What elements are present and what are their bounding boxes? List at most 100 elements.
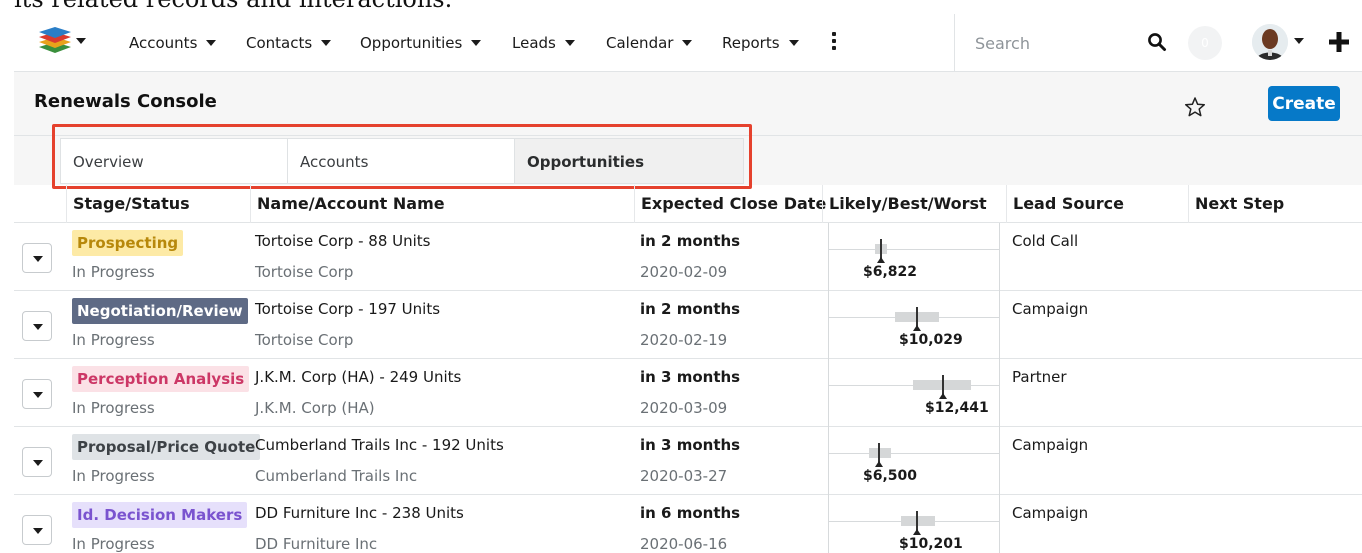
tab-accounts[interactable]: Accounts [287, 138, 515, 184]
table-row: Prospecting In Progress Tortoise Corp - … [14, 223, 1362, 291]
nav-leads[interactable]: Leads [512, 31, 575, 55]
page-title: Renewals Console [34, 91, 217, 112]
close-date-relative: in 3 months [640, 368, 741, 386]
row-actions-button[interactable] [22, 311, 52, 341]
forecast-bar: $6,500 [828, 427, 1000, 495]
user-avatar-image [1252, 24, 1288, 60]
column-header-close-date[interactable]: Expected Close Date [634, 185, 826, 223]
column-header-lead-source[interactable]: Lead Source [1006, 185, 1188, 223]
console-tabs: Overview Accounts Opportunities [14, 136, 1362, 185]
app-logo-icon[interactable] [38, 26, 72, 56]
lead-source: Campaign [1012, 436, 1089, 454]
tab-opportunities[interactable]: Opportunities [514, 138, 744, 184]
close-date: 2020-06-16 [640, 535, 728, 553]
forecast-likely-marker [916, 307, 918, 327]
close-date: 2020-02-09 [640, 263, 728, 281]
column-header-name[interactable]: Name/Account Name [250, 185, 634, 223]
forecast-likely-amount: $10,201 [899, 536, 963, 552]
table-row: Id. Decision Makers In Progress DD Furni… [14, 495, 1362, 553]
forecast-likely-pointer-icon [913, 529, 921, 535]
column-header-forecast[interactable]: Likely/Best/Worst [822, 185, 1006, 223]
forecast-range [869, 448, 891, 458]
forecast-bar: $10,029 [828, 291, 1000, 359]
more-menu-icon[interactable] [832, 32, 838, 52]
user-avatar[interactable] [1252, 24, 1288, 60]
caret-down-icon [33, 392, 43, 398]
close-date-relative: in 3 months [640, 436, 741, 454]
forecast-likely-pointer-icon [875, 461, 883, 467]
lead-source: Cold Call [1012, 232, 1079, 250]
stage-badge: Proposal/Price Quote [72, 434, 261, 460]
nav-contacts[interactable]: Contacts [246, 31, 332, 55]
tab-overview[interactable]: Overview [60, 138, 288, 184]
opportunity-name-link[interactable]: Tortoise Corp - 197 Units [255, 300, 440, 318]
stage-badge: Negotiation/Review [72, 298, 248, 324]
close-date: 2020-03-09 [640, 399, 728, 417]
opportunity-name-link[interactable]: J.K.M. Corp (HA) - 249 Units [255, 368, 461, 386]
forecast-likely-marker [942, 375, 944, 395]
opportunity-name-link[interactable]: Tortoise Corp - 88 Units [255, 232, 431, 250]
account-name-link[interactable]: Tortoise Corp [255, 331, 353, 349]
row-actions-button[interactable] [22, 379, 52, 409]
forecast-bar: $6,822 [828, 223, 1000, 291]
nav-opportunities[interactable]: Opportunities [360, 31, 482, 55]
status-text: In Progress [72, 399, 155, 417]
close-date: 2020-02-19 [640, 331, 728, 349]
forecast-bar: $10,201 [828, 495, 1000, 553]
close-date-relative: in 6 months [640, 504, 741, 522]
chevron-down-icon [682, 40, 693, 46]
table-header: Stage/Status Name/Account Name Expected … [14, 185, 1362, 223]
forecast-bar: $12,441 [828, 359, 1000, 427]
chevron-down-icon [471, 40, 482, 46]
opportunity-name-link[interactable]: DD Furniture Inc - 238 Units [255, 504, 464, 522]
column-header-stage[interactable]: Stage/Status [66, 185, 250, 223]
caret-down-icon [33, 324, 43, 330]
forecast-likely-marker [916, 511, 918, 531]
caret-down-icon [33, 528, 43, 534]
lead-source: Campaign [1012, 504, 1089, 522]
account-name-link[interactable]: DD Furniture Inc [255, 535, 377, 553]
row-actions-button[interactable] [22, 515, 52, 545]
nav-accounts[interactable]: Accounts [129, 31, 217, 55]
status-text: In Progress [72, 535, 155, 553]
notification-badge[interactable]: 0 [1188, 26, 1222, 60]
nav-calendar[interactable]: Calendar [606, 31, 693, 55]
nav-reports[interactable]: Reports [722, 31, 799, 55]
chevron-down-icon [321, 40, 332, 46]
status-text: In Progress [72, 331, 155, 349]
user-menu-caret-icon[interactable] [1294, 38, 1304, 44]
star-outline-icon[interactable] [1184, 96, 1206, 118]
stage-badge: Prospecting [72, 230, 184, 256]
forecast-likely-amount: $12,441 [925, 400, 989, 416]
close-date-relative: in 2 months [640, 300, 741, 318]
plus-icon[interactable] [1328, 31, 1350, 53]
logo-menu-caret-icon[interactable] [76, 38, 86, 44]
forecast-likely-amount: $6,822 [863, 264, 918, 280]
table-row: Negotiation/Review In Progress Tortoise … [14, 291, 1362, 359]
search-input[interactable] [955, 29, 1135, 57]
forecast-likely-pointer-icon [877, 257, 885, 263]
account-name-link[interactable]: Cumberland Trails Inc [255, 467, 417, 485]
top-navigation-bar: Accounts Contacts Opportunities Leads Ca… [14, 14, 1362, 72]
forecast-axis [829, 249, 999, 250]
forecast-axis [829, 453, 999, 454]
search-icon[interactable] [1147, 32, 1167, 52]
row-actions-button[interactable] [22, 243, 52, 273]
forecast-range [901, 516, 935, 526]
account-name-link[interactable]: Tortoise Corp [255, 263, 353, 281]
account-name-link[interactable]: J.K.M. Corp (HA) [255, 399, 375, 417]
forecast-likely-amount: $6,500 [863, 468, 918, 484]
table-row: Perception Analysis In Progress J.K.M. C… [14, 359, 1362, 427]
row-actions-button[interactable] [22, 447, 52, 477]
opportunity-name-link[interactable]: Cumberland Trails Inc - 192 Units [255, 436, 504, 454]
page-header: Renewals Console Create [14, 72, 1362, 136]
caret-down-icon [33, 256, 43, 262]
create-button[interactable]: Create [1268, 86, 1340, 121]
status-text: In Progress [72, 467, 155, 485]
global-search [954, 14, 1188, 72]
forecast-likely-amount: $10,029 [899, 332, 963, 348]
column-header-next-step[interactable]: Next Step [1188, 185, 1362, 223]
document-caption: its related records and interactions. [14, 0, 452, 13]
close-date: 2020-03-27 [640, 467, 728, 485]
close-date-relative: in 2 months [640, 232, 741, 250]
